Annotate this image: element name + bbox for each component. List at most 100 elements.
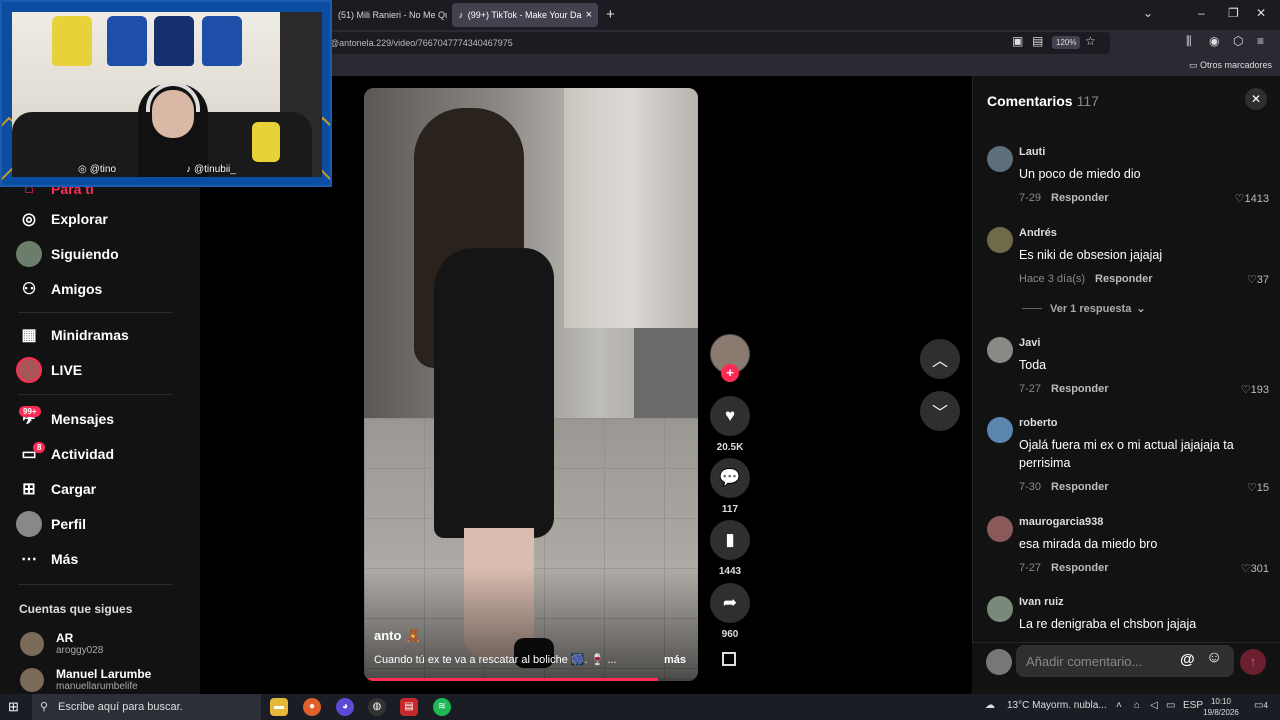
save-action[interactable]: ▮ 1443 (710, 520, 750, 577)
extensions-icon[interactable]: ⬡ (1233, 34, 1243, 48)
square-icon[interactable] (722, 652, 736, 666)
video-player[interactable]: anto 🧸 Cuando tú ex te va a rescatar al … (364, 88, 698, 681)
taskbar-search[interactable]: ⚲ Escribe aquí para buscar. (32, 694, 261, 720)
view-replies-button[interactable]: Ver 1 respuesta ⌄ (1022, 302, 1146, 315)
jersey (107, 16, 147, 66)
reply-button[interactable]: Responder (1051, 562, 1108, 574)
video-author[interactable]: anto 🧸 (374, 628, 421, 644)
comment-count: 117 (721, 504, 739, 515)
chevron-up-icon[interactable]: ˄ (1116, 700, 1122, 711)
comment-user[interactable]: Lauti (1019, 146, 1045, 158)
other-bookmarks[interactable]: ▭ Otros marcadores (1189, 60, 1272, 71)
following-account[interactable]: Manuel Larumbe manuellarumbelife (20, 667, 151, 692)
follow-plus-icon[interactable]: + (721, 364, 739, 382)
comment-user[interactable]: roberto (1019, 417, 1058, 429)
sidebar-item-mas[interactable]: ⋯ Más (16, 546, 78, 572)
sidebar-item-amigos[interactable]: ⚇ Amigos (16, 276, 103, 302)
reply-button[interactable]: Responder (1095, 273, 1152, 285)
avatar[interactable] (987, 596, 1013, 622)
following-account[interactable]: AR aroggy028 (20, 631, 103, 656)
bookmark-icon[interactable]: ▮ (710, 520, 750, 560)
reader-icon[interactable]: ▤ (1032, 34, 1043, 48)
webcam-overlay: ◎ @tino ♪ @tinubii_ (0, 0, 332, 187)
avatar[interactable] (987, 417, 1013, 443)
previous-video-button[interactable]: ︿ (920, 339, 960, 379)
heart-icon: ♡ (1246, 274, 1257, 286)
next-video-button[interactable]: ﹀ (920, 391, 960, 431)
mention-icon[interactable]: @ (1180, 651, 1195, 668)
new-tab-icon[interactable]: + (606, 6, 615, 23)
comment-like[interactable]: ♡37 (1247, 273, 1269, 286)
send-button[interactable]: ↑ (1240, 649, 1266, 675)
browser-tab-1[interactable]: (51) Mili Ranieri - No Me Quer × (332, 3, 447, 27)
browser-tab-active[interactable]: ♪ (99+) TikTok - Make Your Da × (452, 3, 598, 27)
url-text: @antonela.229/video/7667047774340467975 (330, 38, 513, 48)
windows-start-icon[interactable]: ⊞ (8, 699, 19, 715)
network-icon[interactable]: ⌂ (1134, 700, 1140, 711)
sidebar-item-actividad[interactable]: ▭ Actividad (16, 441, 114, 467)
sidebar-item-minidramas[interactable]: ▦ Minidramas (16, 322, 128, 348)
battery-icon[interactable]: ▭ (1166, 700, 1175, 711)
comment-user[interactable]: Javi (1019, 337, 1040, 349)
library-icon[interactable]: ⫼ (1186, 34, 1192, 49)
caption-more-button[interactable]: más (664, 654, 686, 666)
comment-like[interactable]: ♡1413 (1235, 192, 1269, 205)
notification-count: 4 (1263, 701, 1268, 710)
sidebar-item-siguiendo[interactable]: Siguiendo (16, 241, 119, 267)
discord-icon[interactable]: ◕ (336, 698, 354, 716)
close-comments-button[interactable]: ✕ (1245, 88, 1267, 110)
reply-button[interactable]: Responder (1051, 192, 1108, 204)
comment-user[interactable]: Ivan ruiz (1019, 596, 1064, 608)
share-icon[interactable]: ➦ (710, 583, 750, 623)
file-explorer-icon[interactable]: ▬ (270, 698, 288, 716)
sidebar-item-cargar[interactable]: ⊞ Cargar (16, 476, 96, 502)
share-action[interactable]: ➦ 960 (710, 583, 750, 640)
bookmark-star-icon[interactable]: ☆ (1085, 34, 1096, 48)
restore-icon[interactable]: ❐ (1228, 6, 1239, 20)
voicemeeter-icon[interactable]: ▤ (400, 698, 418, 716)
comment-like[interactable]: ♡15 (1247, 481, 1269, 494)
zoom-level[interactable]: 120% (1052, 36, 1081, 49)
search-icon: ⚲ (40, 701, 49, 713)
account-icon[interactable]: ◉ (1209, 34, 1219, 48)
like-action[interactable]: ♥ 20.5K (710, 396, 750, 453)
volume-icon[interactable]: ◁ (1150, 700, 1158, 711)
reply-button[interactable]: Responder (1051, 383, 1108, 395)
account-name: Manuel Larumbe (56, 667, 152, 681)
spotify-icon[interactable]: ≋ (433, 698, 451, 716)
obs-icon[interactable]: ◍ (368, 698, 386, 716)
close-window-icon[interactable]: ✕ (1256, 6, 1266, 20)
clock[interactable]: 10:10 19/8/2026 (1198, 696, 1244, 718)
comment-like[interactable]: ♡193 (1241, 383, 1269, 396)
comment-input[interactable] (1016, 645, 1234, 677)
weather-text[interactable]: 13°C Mayorm. nubla... (1007, 700, 1107, 711)
comment-action[interactable]: 💬 117 (710, 458, 750, 515)
firefox-icon[interactable]: ● (303, 698, 321, 716)
screenshot-icon[interactable]: ▣ (1012, 34, 1023, 48)
sidebar-item-explorar[interactable]: ◎ Explorar (16, 206, 108, 232)
jersey (52, 16, 92, 66)
comment-user[interactable]: maurogarcia938 (1019, 516, 1103, 528)
avatar[interactable] (987, 516, 1013, 542)
reply-button[interactable]: Responder (1051, 481, 1108, 493)
comment-user[interactable]: Andrés (1019, 227, 1057, 239)
comment-text: esa mirada da miedo bro (1019, 537, 1158, 551)
avatar[interactable] (987, 337, 1013, 363)
sidebar-item-perfil[interactable]: Perfil (16, 511, 86, 537)
tab-list-icon[interactable]: ⌄ (1143, 6, 1153, 20)
url-bar[interactable]: @antonela.229/video/7667047774340467975 (320, 32, 1110, 54)
sidebar-item-live[interactable]: LIVE (16, 357, 82, 383)
notification-icon[interactable]: ▭4 (1254, 700, 1268, 711)
minimize-icon[interactable]: – (1198, 6, 1205, 20)
avatar[interactable] (987, 227, 1013, 253)
comment-like[interactable]: ♡301 (1241, 562, 1269, 575)
comment-text: La re denigraba el chsbon jajaja (1019, 617, 1197, 631)
heart-icon[interactable]: ♥ (710, 396, 750, 436)
avatar[interactable] (987, 146, 1013, 172)
video-progress-bar[interactable] (364, 678, 698, 681)
close-tab-icon[interactable]: × (582, 9, 592, 21)
comment-icon[interactable]: 💬 (710, 458, 750, 498)
emoji-icon[interactable]: ☺ (1206, 649, 1222, 667)
webcam-feed: ◎ @tino ♪ @tinubii_ (12, 12, 322, 177)
menu-icon[interactable]: ≡ (1257, 34, 1264, 48)
